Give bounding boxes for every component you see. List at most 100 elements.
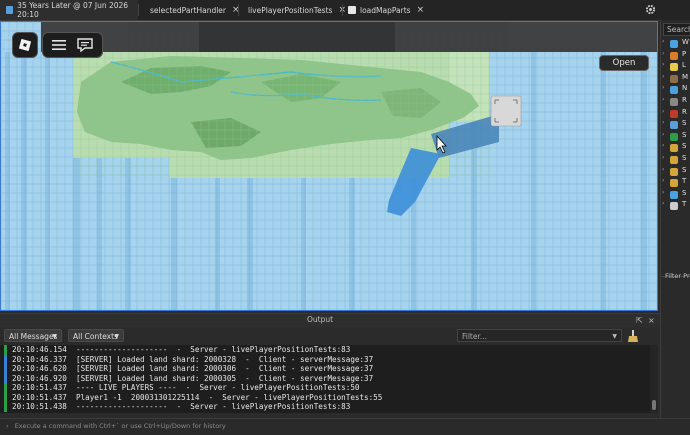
expand-arrow-icon[interactable]: › <box>662 108 664 115</box>
log-line-indicator <box>4 345 7 355</box>
explorer-item[interactable]: › T <box>661 177 690 189</box>
explorer-item[interactable]: › S <box>661 131 690 143</box>
tab-bar: 35 Years Later @ 07 Jun 2026 20:10 selec… <box>0 0 690 21</box>
explorer-item[interactable]: › T <box>661 200 690 212</box>
replicated-storage-icon <box>670 109 678 118</box>
expand-arrow-icon[interactable]: › <box>662 131 664 138</box>
menu-chat-buttons <box>42 32 103 58</box>
replicated-first-icon <box>670 98 678 106</box>
close-icon[interactable]: × <box>417 5 425 15</box>
tab-place[interactable]: 35 Years Later @ 07 Jun 2026 20:10 <box>0 0 138 20</box>
expand-arrow-icon[interactable]: › <box>662 200 664 207</box>
explorer-search-input[interactable]: Search <box>663 23 690 36</box>
open-button[interactable]: Open <box>599 55 649 71</box>
expand-arrow-icon[interactable]: › <box>662 177 664 184</box>
explorer-item[interactable]: › L <box>661 61 690 73</box>
expand-arrow-icon[interactable]: › <box>662 189 664 196</box>
explorer-item[interactable]: › M <box>661 73 690 85</box>
explorer-item[interactable]: › S <box>661 142 690 154</box>
explorer-item[interactable]: › W <box>661 38 690 50</box>
explorer-item-label: P <box>682 49 687 58</box>
output-scrollbar[interactable] <box>650 345 658 413</box>
expand-arrow-icon[interactable]: › <box>662 142 664 149</box>
output-filter-input[interactable]: Filter... ▼ <box>457 329 622 342</box>
messages-filter-label: All Messages <box>9 332 58 341</box>
expand-arrow-icon[interactable]: › <box>662 61 664 68</box>
log-line: 20:10:46.154 -------------------- - Serv… <box>0 345 650 355</box>
log-line-indicator <box>4 354 7 364</box>
log-line: 20:10:46.920 [SERVER] Loaded land shard:… <box>0 373 650 383</box>
tab-loadMapParts[interactable]: loadMapParts × <box>342 0 432 20</box>
expand-arrow-icon[interactable]: › <box>662 50 664 57</box>
messages-filter-dropdown[interactable]: All Messages ▼ <box>4 329 62 342</box>
output-log: 20:10:46.154 -------------------- - Serv… <box>0 345 650 413</box>
hamburger-icon[interactable] <box>49 35 69 55</box>
explorer-item-label: S <box>682 154 687 162</box>
roblox-topbar <box>41 22 657 52</box>
explorer-item-label: S <box>682 188 687 197</box>
contexts-filter-label: All Contexts <box>73 332 118 341</box>
explorer-item-label: S <box>682 142 687 151</box>
workspace-icon <box>670 40 678 48</box>
expand-arrow-icon[interactable]: › <box>662 73 664 80</box>
game-viewport[interactable]: Open <box>0 21 658 311</box>
log-line: 20:10:51.437 ---- LIVE PLAYERS ---- - Se… <box>0 383 650 393</box>
script-icon <box>348 6 356 14</box>
explorer-item-label: S <box>682 165 687 174</box>
contexts-filter-dropdown[interactable]: All Contexts ▼ <box>68 329 124 342</box>
sound-service-icon <box>670 190 678 199</box>
expand-arrow-icon[interactable]: › <box>662 154 664 161</box>
explorer-item[interactable]: › S <box>661 166 690 178</box>
explorer-item-label: R <box>682 107 687 116</box>
material-icon <box>670 74 678 83</box>
expand-arrow-icon[interactable]: › <box>662 84 664 91</box>
log-line-indicator <box>4 373 7 383</box>
roblox-logo-icon[interactable] <box>12 32 38 58</box>
undock-icon[interactable]: ⇱ <box>636 317 644 325</box>
expand-arrow-icon[interactable]: › <box>662 96 664 103</box>
clear-output-icon[interactable] <box>628 330 638 342</box>
output-filter-bar: All Messages ▼ All Contexts ▼ Filter... … <box>0 327 660 345</box>
log-line-text: 20:10:46.337 [SERVER] Loaded land shard:… <box>12 354 374 364</box>
explorer-item[interactable]: › R <box>661 108 690 120</box>
command-bar[interactable]: › Execute a command with Ctrl+` or use C… <box>0 418 690 435</box>
text-chat-service-icon <box>670 202 678 211</box>
filter-properties-input[interactable]: Filter Pro <box>665 272 690 280</box>
explorer-item[interactable]: › S <box>661 154 690 166</box>
tab-livePlayerPositionTests[interactable]: livePlayerPositionTests × <box>238 0 346 20</box>
expand-arrow-icon[interactable]: › <box>662 166 664 173</box>
starter-pack-icon <box>670 156 678 164</box>
close-icon[interactable]: × <box>648 317 656 325</box>
explorer-item[interactable]: › P <box>661 50 690 62</box>
log-line-indicator <box>4 383 7 393</box>
expand-arrow-icon[interactable]: › <box>662 119 664 126</box>
gear-icon[interactable] <box>645 4 656 15</box>
log-line: 20:10:51.437 Player1 -1 200031301225114 … <box>0 392 650 402</box>
explorer-item-label: W <box>682 38 689 46</box>
explorer-item[interactable]: › R <box>661 96 690 108</box>
lighting-icon <box>670 63 678 72</box>
explorer-item-label: L <box>682 61 686 70</box>
expand-arrow-icon[interactable]: › <box>662 38 664 45</box>
tab-label: livePlayerPositionTests <box>248 5 333 15</box>
chevron-down-icon: ▼ <box>612 333 617 340</box>
chat-icon[interactable] <box>75 35 95 55</box>
explorer-item[interactable]: › S <box>661 119 690 131</box>
server-script-service-icon <box>670 121 678 130</box>
starter-gui-icon <box>670 144 678 153</box>
chevron-down-icon: ▼ <box>52 333 57 340</box>
log-line-indicator <box>4 392 7 402</box>
log-line-text: 20:10:46.154 -------------------- - Serv… <box>12 345 351 354</box>
tab-selectedPartHandler[interactable]: selectedPartHandler × <box>140 0 240 20</box>
explorer-item-label: M <box>682 72 689 81</box>
teams-icon <box>670 179 678 188</box>
explorer-item-label: N <box>682 84 688 93</box>
chevron-right-icon: › <box>6 422 9 430</box>
explorer-item[interactable]: › N <box>661 84 690 96</box>
log-line-indicator <box>4 402 7 412</box>
output-title: Output <box>306 315 334 324</box>
explorer-item-label: T <box>682 200 687 209</box>
explorer-item[interactable]: › S <box>661 189 690 201</box>
log-line-text: 20:10:51.437 Player1 -1 200031301225114 … <box>12 392 383 402</box>
chevron-down-icon: ▼ <box>114 333 119 340</box>
